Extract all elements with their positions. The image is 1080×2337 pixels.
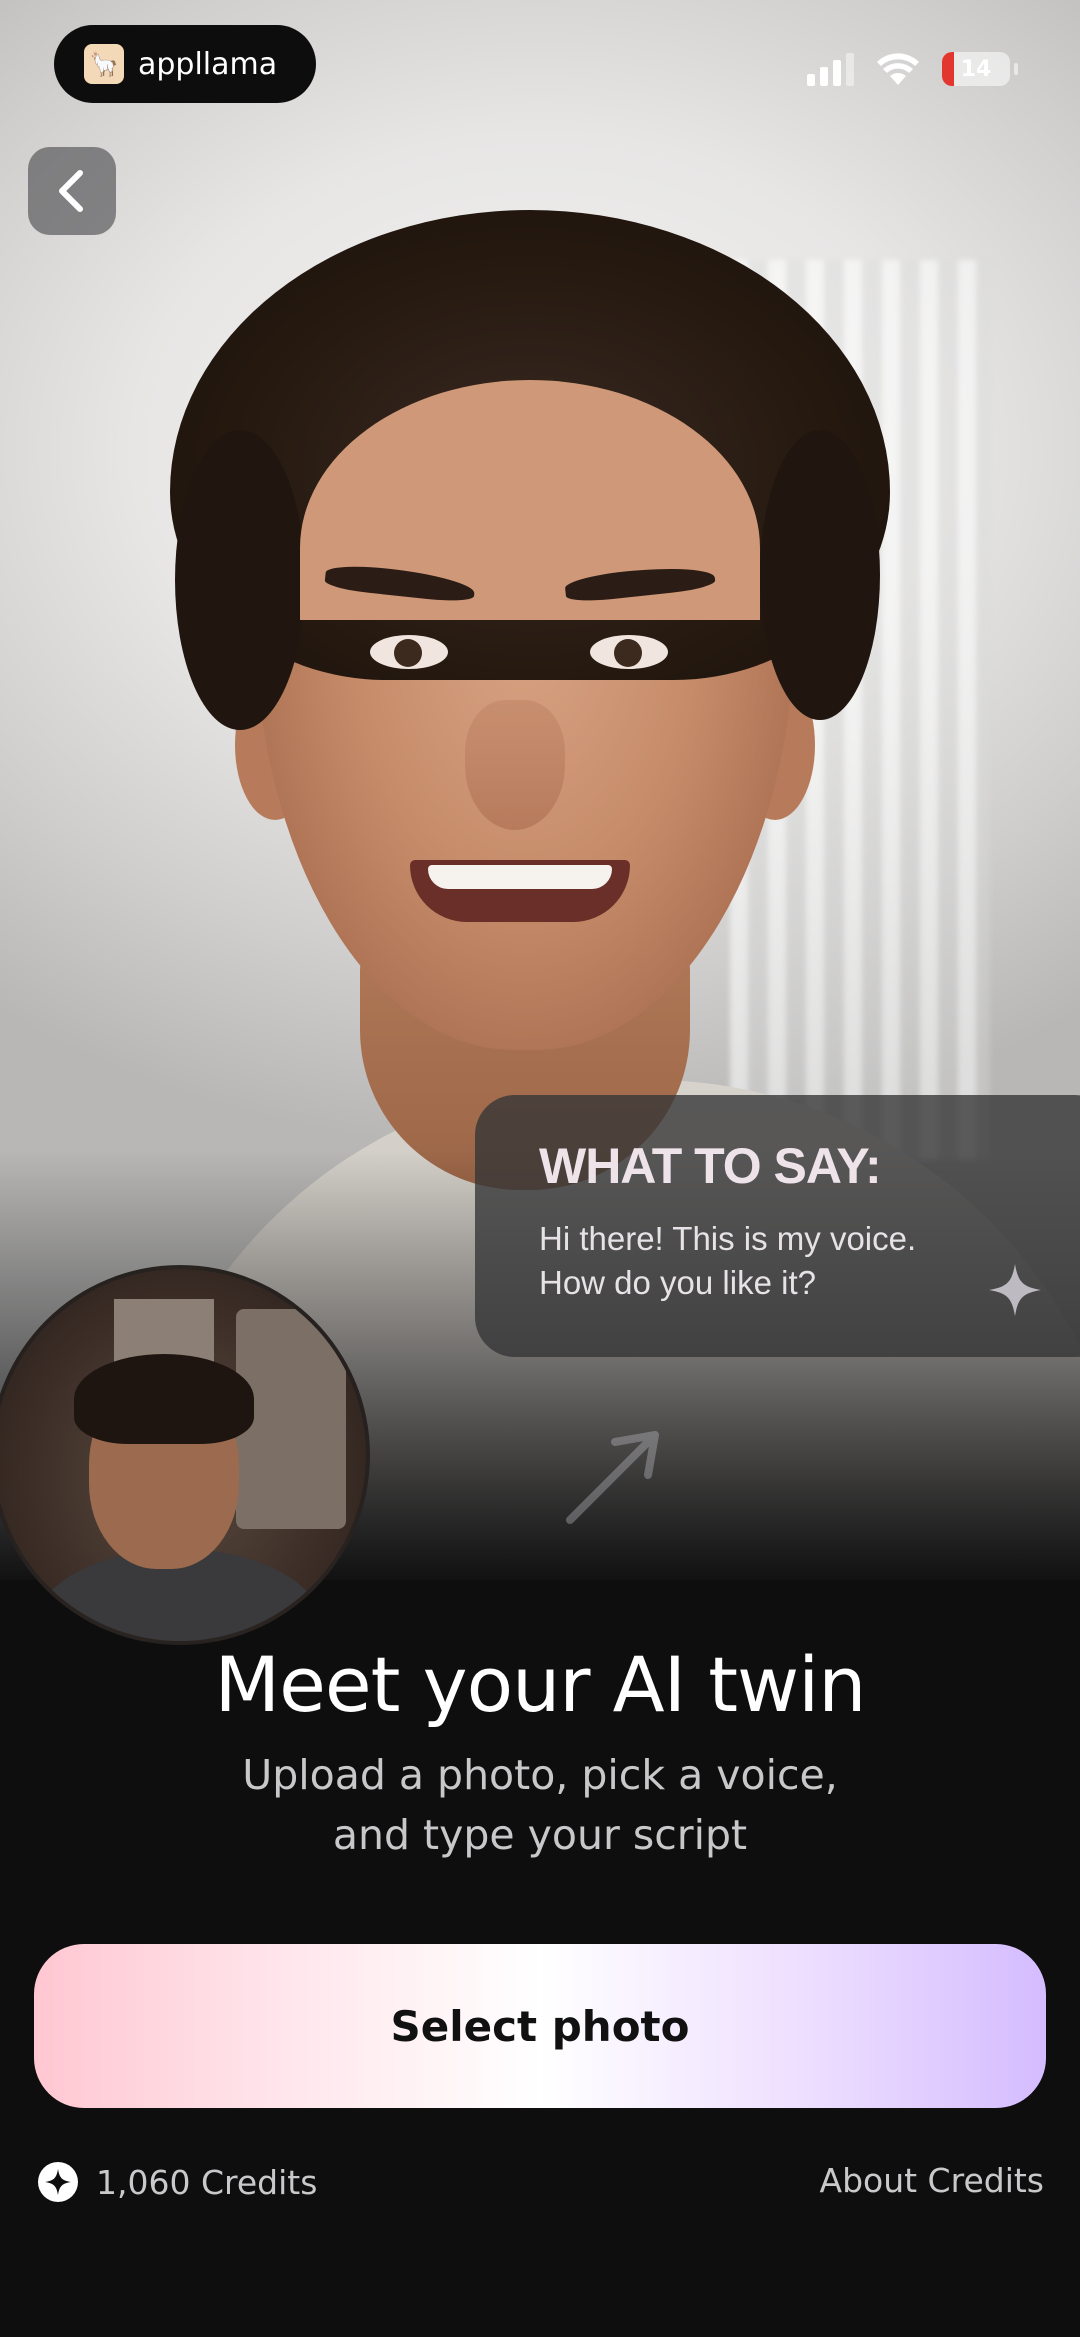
cellular-signal-icon [807,52,854,86]
credits-coin-icon [38,2162,78,2202]
about-credits-link[interactable]: About Credits [820,2161,1045,2200]
script-line-1: Hi there! This is my voice. [539,1220,917,1257]
battery-icon: 14 [942,52,1018,86]
battery-level: 14 [960,56,992,82]
thumbnail-hair [74,1354,254,1444]
app-badge: 🦙 appllama [54,25,316,103]
arrow-decoration-icon [566,1431,659,1524]
page-title: Meet your AI twin [214,1640,867,1729]
credits-label: 1,060 Credits [96,2162,318,2202]
subtitle-line-1: Upload a photo, pick a voice, [242,1751,838,1799]
portrait-eye-right [590,635,668,669]
script-line-2: How do you like it? [539,1264,816,1301]
what-to-say-card: WHAT TO SAY: Hi there! This is my voice.… [475,1095,1080,1357]
back-button[interactable] [28,147,116,235]
app-name: appllama [138,46,278,82]
portrait-teeth [428,865,612,889]
subtitle-line-2: and type your script [332,1811,748,1859]
chevron-left-icon [59,170,83,212]
portrait-hair-left [175,430,305,730]
source-photo-thumbnail [0,1265,370,1645]
sparkle-icon [989,1264,1041,1316]
what-to-say-title: WHAT TO SAY: [539,1138,882,1194]
what-to-say-script: Hi there! This is my voice. How do you l… [539,1217,999,1305]
portrait-eye-left [370,635,448,669]
credits-balance[interactable]: 1,060 Credits [36,2160,317,2204]
wifi-icon [876,52,920,86]
portrait-nose [465,700,565,830]
select-photo-button[interactable]: Select photo [34,1944,1046,2108]
app-logo-icon: 🦙 [84,44,124,84]
page-subtitle: Upload a photo, pick a voice, and type y… [140,1745,940,1865]
status-icons: 14 [807,52,1018,86]
portrait-hair-right [760,430,880,720]
